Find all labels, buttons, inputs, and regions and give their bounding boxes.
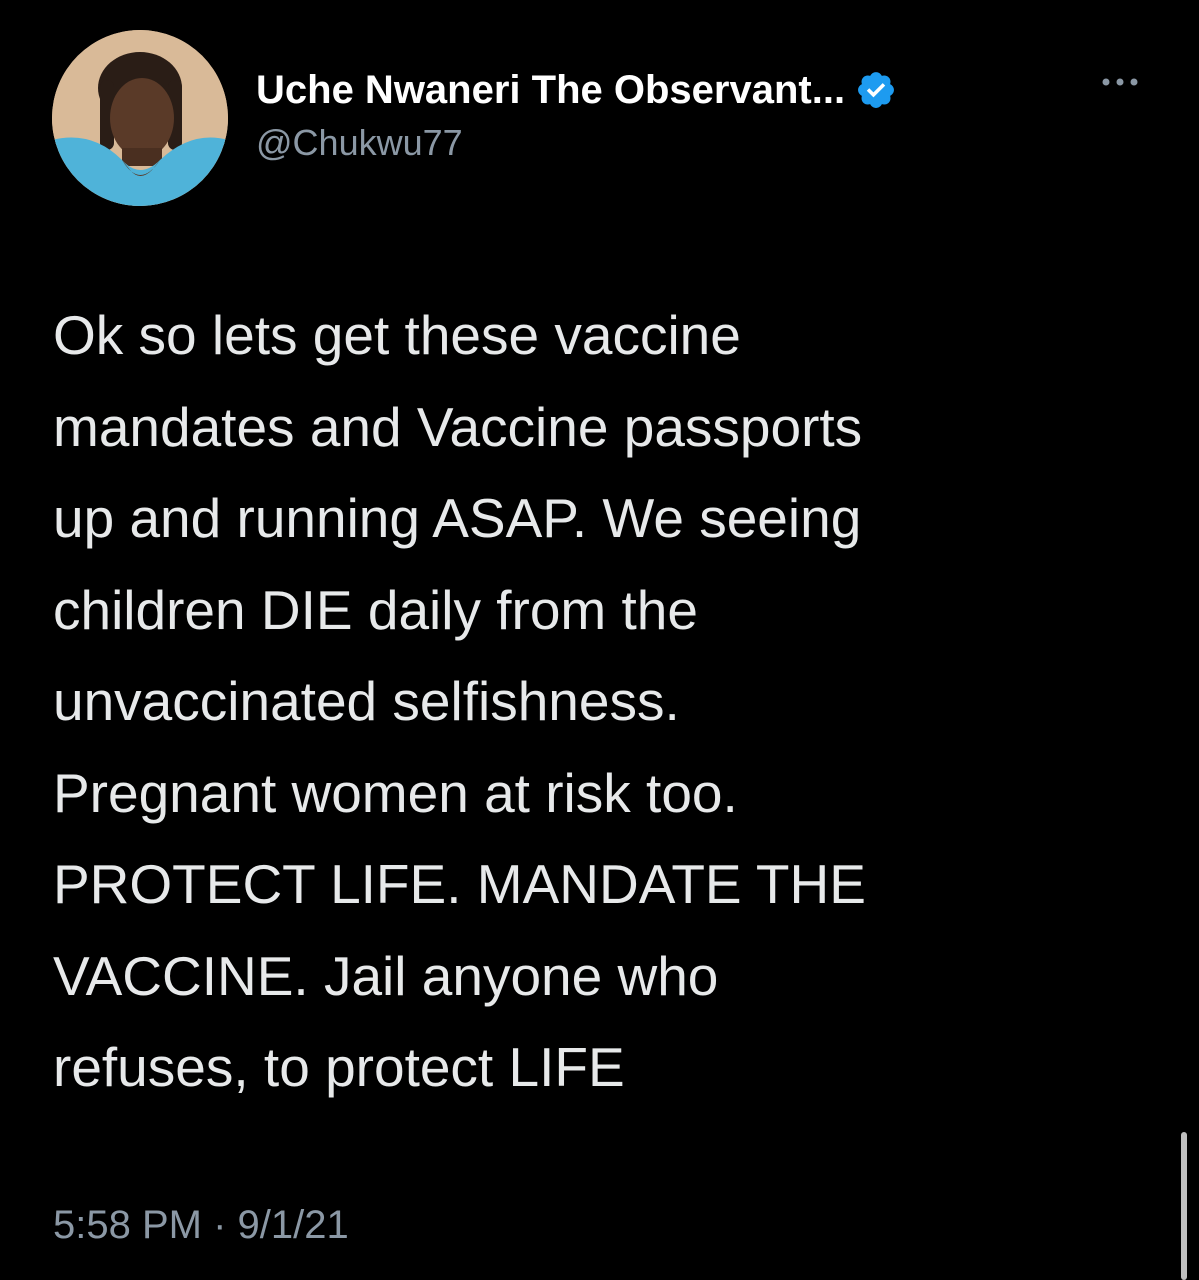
more-options-icon[interactable] (1098, 72, 1142, 92)
tweet-timestamp[interactable]: 5:58 PM · 9/1/21 (53, 1203, 349, 1248)
tweet: Uche Nwaneri The Observant... @Chukwu77 … (0, 0, 1199, 1280)
avatar[interactable] (52, 30, 228, 206)
verified-badge-icon (855, 69, 897, 111)
author-handle[interactable]: @Chukwu77 (256, 122, 1156, 164)
author-name-row: Uche Nwaneri The Observant... (256, 66, 1156, 114)
author-display-name[interactable]: Uche Nwaneri The Observant... (256, 68, 845, 113)
avatar-photo (52, 30, 228, 206)
scrollbar[interactable] (1181, 1132, 1187, 1280)
tweet-author: Uche Nwaneri The Observant... @Chukwu77 (256, 66, 1156, 164)
tweet-text: Ok so lets get these vaccine mandates an… (53, 304, 866, 1098)
